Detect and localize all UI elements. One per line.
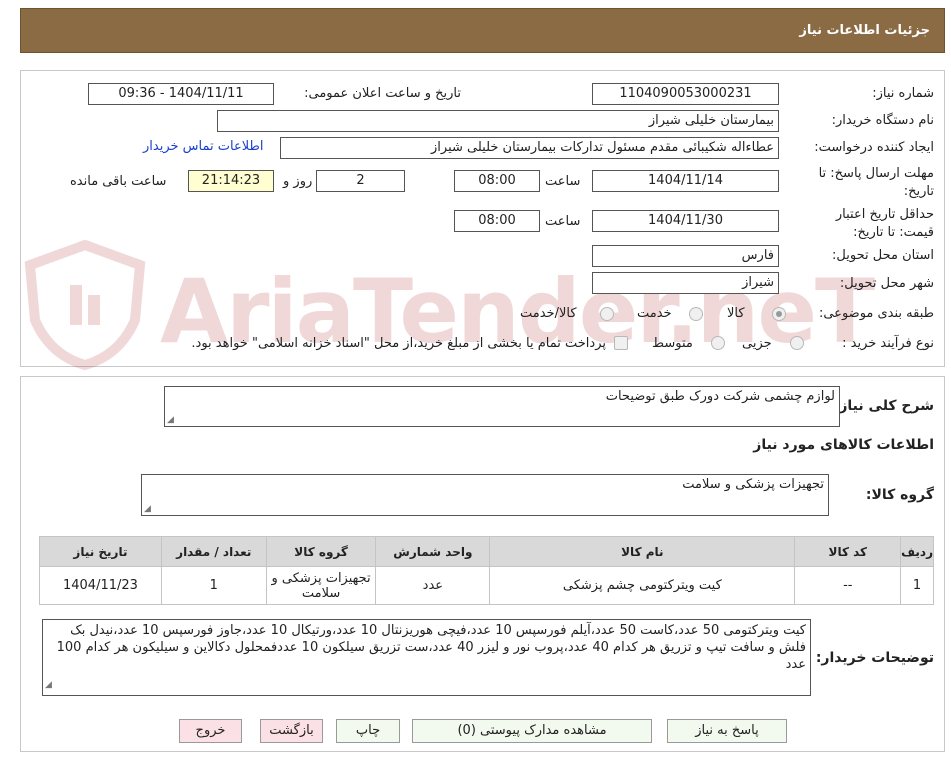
province-field: فارس — [592, 245, 779, 267]
buyer-field: بیمارستان خلیلی شیراز — [217, 110, 779, 132]
deadline-time-label: ساعت — [545, 174, 581, 189]
page-title: جزئیات اطلاعات نیاز — [799, 23, 930, 38]
reply-button[interactable]: پاسخ به نیاز — [667, 719, 787, 743]
remaining-days-field: 2 — [316, 170, 405, 192]
col-group: گروه کالا — [265, 536, 377, 567]
validity-time-label: ساعت — [545, 214, 581, 229]
cell-date: 1404/11/23 — [39, 566, 162, 605]
city-label: شهر محل تحویل: — [839, 276, 934, 291]
page-header: جزئیات اطلاعات نیاز — [20, 8, 945, 53]
table-header-row: ردیف کد کالا نام کالا واحد شمارش گروه کا… — [39, 536, 934, 567]
city-field: شیراز — [592, 272, 779, 294]
process-minor-label: جزیی — [742, 336, 772, 351]
announce-datetime-field: 1404/11/11 - 09:36 — [88, 83, 274, 105]
items-table: ردیف کد کالا نام کالا واحد شمارش گروه کا… — [39, 536, 934, 605]
cell-unit: عدد — [375, 566, 491, 605]
cell-row: 1 — [900, 566, 934, 605]
attachments-button[interactable]: مشاهده مدارک پیوستی (0) — [412, 719, 652, 743]
days-label: روز و — [283, 174, 313, 189]
back-button[interactable]: بازگشت — [260, 719, 323, 743]
category-service-label: خدمت — [637, 306, 672, 321]
process-medium-label: متوسط — [652, 336, 693, 351]
col-code: کد کالا — [794, 536, 902, 567]
validity-time-field: 08:00 — [454, 210, 540, 232]
table-row: 1 -- کیت ویترکتومی چشم پزشکی عدد تجهیزات… — [39, 566, 934, 605]
announce-label: تاریخ و ساعت اعلان عمومی: — [304, 86, 461, 101]
remaining-time-field: 21:14:23 — [188, 170, 274, 192]
category-goods-radio[interactable] — [772, 307, 786, 321]
payment-note: پرداخت تمام یا بخشی از مبلغ خرید،از محل … — [191, 336, 606, 351]
process-medium-radio[interactable] — [711, 336, 725, 350]
validity-label: حداقل تاریخ اعتبار قیمت: تا تاریخ: — [835, 207, 934, 240]
deadline-time-field: 08:00 — [454, 170, 540, 192]
validity-date-field: 1404/11/30 — [592, 210, 779, 232]
need-number-label: شماره نیاز: — [872, 86, 934, 101]
category-goods-service-label: کالا/خدمت — [520, 306, 577, 321]
col-date: تاریخ نیاز — [39, 536, 162, 567]
need-number-field: 1104090053000231 — [592, 83, 779, 105]
buyer-notes-label: توضیحات خریدار: — [815, 650, 934, 666]
creator-field: عطاءاله شکیبائی مقدم مسئول تدارکات بیمار… — [280, 137, 779, 159]
category-service-radio[interactable] — [689, 307, 703, 321]
treasury-checkbox[interactable] — [614, 336, 628, 350]
cell-group: تجهیزات پزشکی و سلامت — [265, 566, 377, 605]
category-label: طبقه بندی موضوعی: — [818, 306, 934, 321]
cell-qty: 1 — [160, 566, 267, 605]
cell-code: -- — [794, 566, 902, 605]
col-name: نام کالا — [489, 536, 796, 567]
cell-name: کیت ویترکتومی چشم پزشکی — [489, 566, 796, 605]
deadline-label: مهلت ارسال پاسخ: تا تاریخ: — [818, 166, 934, 199]
buyer-notes-text: کیت ویترکتومی 50 عدد،کاست 50 عدد،آیلم فو… — [56, 623, 806, 672]
buyer-notes-textarea[interactable]: کیت ویترکتومی 50 عدد،کاست 50 عدد،آیلم فو… — [42, 619, 811, 696]
col-row: ردیف — [900, 536, 934, 567]
process-minor-radio[interactable] — [790, 336, 804, 350]
exit-button[interactable]: خروج — [179, 719, 242, 743]
creator-label: ایجاد کننده درخواست: — [814, 140, 934, 155]
process-label: نوع فرآیند خرید : — [842, 336, 934, 351]
buyer-label: نام دستگاه خریدار: — [831, 113, 934, 128]
print-button[interactable]: چاپ — [336, 719, 400, 743]
category-goods-service-radio[interactable] — [600, 307, 614, 321]
deadline-date-field: 1404/11/14 — [592, 170, 779, 192]
province-label: استان محل تحویل: — [832, 248, 934, 263]
buyer-contact-link[interactable]: اطلاعات تماس خریدار — [143, 139, 263, 154]
remaining-label: ساعت باقی مانده — [70, 174, 167, 189]
category-goods-label: کالا — [727, 306, 745, 321]
resize-grip-icon[interactable]: ◢ — [45, 677, 52, 694]
col-unit: واحد شمارش — [375, 536, 491, 567]
col-qty: تعداد / مقدار — [160, 536, 267, 567]
